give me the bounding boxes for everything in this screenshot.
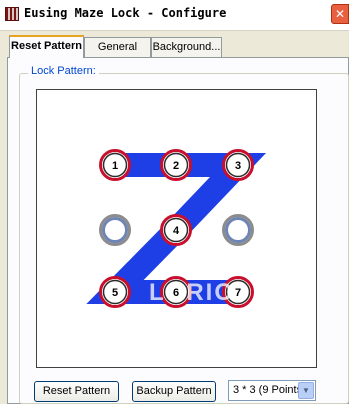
tab-label: Background... bbox=[152, 41, 221, 53]
title-bar: Eusing Maze Lock - Configure ✕ bbox=[0, 0, 349, 31]
pattern-node-label: 5 bbox=[112, 287, 118, 299]
reset-pattern-button[interactable]: Reset Pattern bbox=[34, 381, 119, 402]
pattern-canvas[interactable]: 1 2 3 4 5 6 7 LORIO bbox=[36, 89, 317, 368]
tab-label: Reset Pattern bbox=[11, 40, 82, 52]
tab-label: General bbox=[97, 41, 138, 53]
window-title: Eusing Maze Lock - Configure bbox=[24, 6, 227, 20]
pattern-node-label: 4 bbox=[173, 225, 180, 237]
button-label: Reset Pattern bbox=[42, 385, 111, 397]
button-label: Backup Pattern bbox=[136, 385, 212, 397]
chevron-down-icon[interactable]: ▼ bbox=[298, 382, 314, 399]
lock-pattern-label: Lock Pattern: bbox=[28, 65, 99, 77]
points-select-value: 3 * 3 (9 Points bbox=[233, 384, 303, 396]
tab-general[interactable]: General bbox=[84, 37, 151, 57]
tab-background[interactable]: Background... bbox=[151, 37, 222, 57]
points-select[interactable]: 3 * 3 (9 Points ▼ bbox=[228, 380, 316, 401]
tab-reset-pattern[interactable]: Reset Pattern bbox=[9, 35, 84, 58]
pattern-node-label: 2 bbox=[173, 160, 179, 172]
pattern-node-label: 7 bbox=[235, 287, 241, 299]
watermark: LORIO bbox=[149, 279, 235, 306]
pattern-drawing: 1 2 345 6 7LORIO bbox=[86, 149, 267, 308]
maze-lock-icon bbox=[5, 7, 19, 21]
close-icon: ✕ bbox=[334, 7, 346, 21]
pattern-node-label: 1 bbox=[112, 160, 118, 172]
close-button[interactable]: ✕ bbox=[331, 4, 349, 24]
pattern-node-label: 3 bbox=[235, 160, 241, 172]
backup-pattern-button[interactable]: Backup Pattern bbox=[132, 381, 216, 402]
